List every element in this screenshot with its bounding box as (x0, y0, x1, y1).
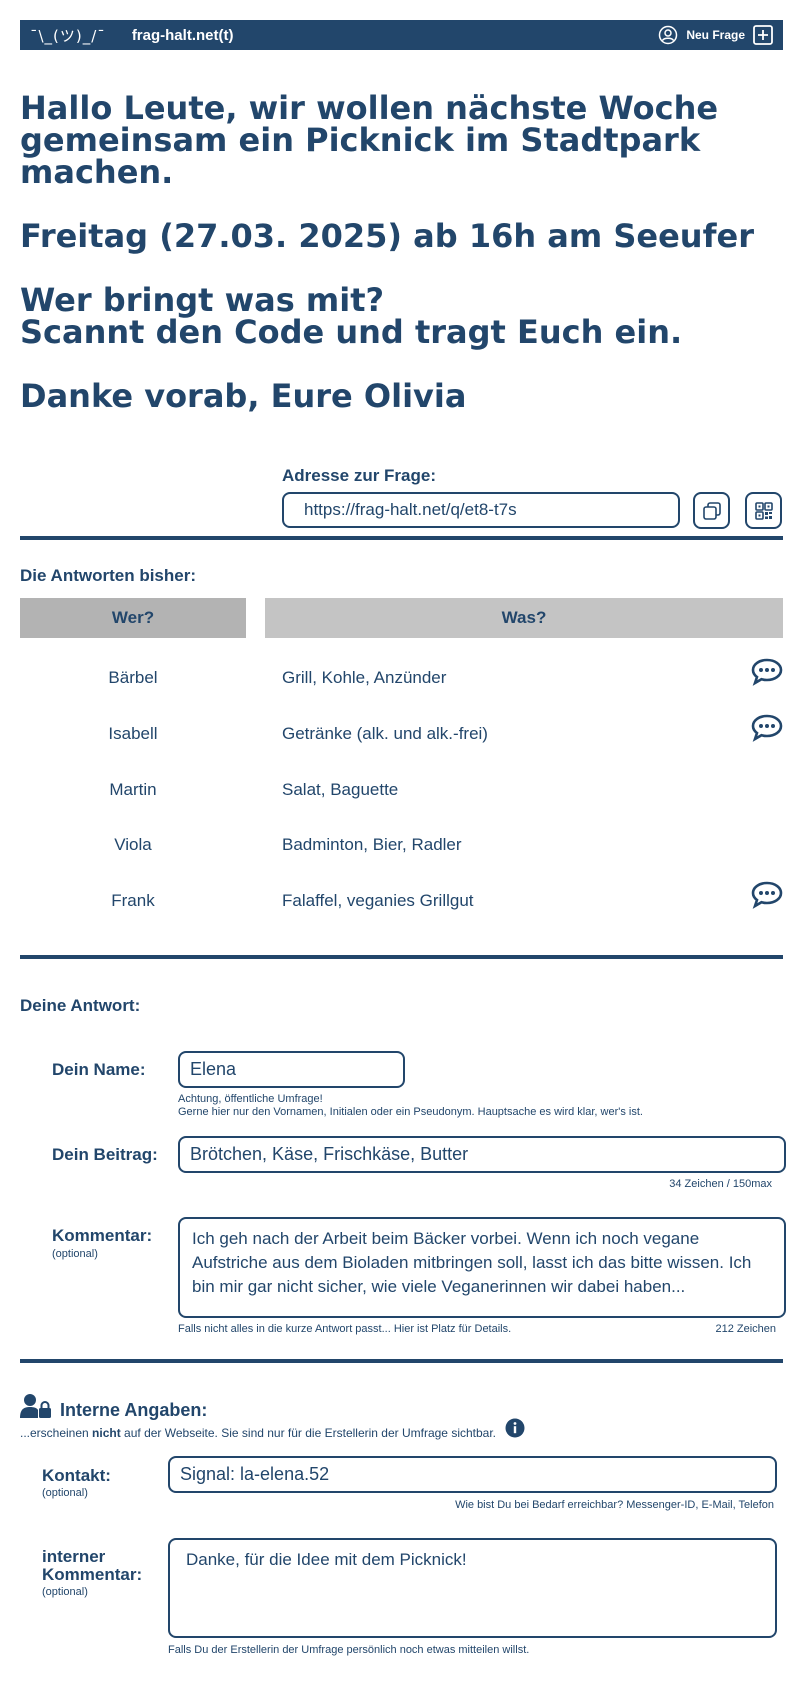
internal-comment-label-2: Kommentar: (42, 1565, 143, 1584)
user-circle-icon[interactable] (658, 25, 678, 45)
column-header-what: Was? (265, 598, 783, 638)
question-line: Scannt den Code und tragt Euch ein. (20, 313, 683, 351)
answer-who: Frank (111, 891, 155, 910)
divider (20, 955, 783, 959)
internal-note-suffix: auf der Webseite. Sie sind nur für die E… (120, 1426, 497, 1440)
answer-row: Viola Badminton, Bier, Radler (20, 825, 783, 861)
site-name[interactable]: frag-halt.net(t) (132, 27, 234, 44)
question-text: Hallo Leute, wir wollen nächste Woche ge… (20, 92, 780, 412)
internal-comment-textarea[interactable]: Danke, für die Idee mit dem Picknick! (168, 1538, 777, 1638)
contact-optional: (optional) (42, 1487, 88, 1499)
topbar-actions: Neu Frage (658, 25, 773, 45)
answer-what: Salat, Baguette (282, 780, 399, 799)
question-line: machen. (20, 153, 174, 191)
contact-label: Kontakt: (42, 1466, 111, 1485)
comment-hint: Falls nicht alles in die kurze Antwort p… (178, 1323, 512, 1335)
internal-title: Interne Angaben: (60, 1400, 208, 1420)
qr-code-icon (754, 501, 774, 521)
comment-char-count: 212 Zeichen (715, 1323, 776, 1335)
form-title: Deine Antwort: (20, 996, 141, 1015)
address-label: Adresse zur Frage: (282, 466, 436, 485)
answer-who: Viola (114, 835, 152, 854)
internal-comment-hint: Falls Du der Erstellerin der Umfrage per… (168, 1644, 530, 1656)
answer-what: Grill, Kohle, Anzünder (282, 668, 447, 687)
answer-row: Bärbel Grill, Kohle, Anzünder (20, 658, 783, 694)
question-url-field[interactable] (282, 492, 680, 528)
copy-icon (702, 501, 722, 521)
site-logo[interactable]: ¯\_(ツ)_/¯ (30, 25, 106, 46)
info-icon[interactable] (505, 1418, 525, 1438)
contact-input[interactable] (168, 1456, 777, 1493)
internal-comment-optional: (optional) (42, 1586, 88, 1598)
answer-who: Isabell (108, 724, 158, 743)
name-label: Dein Name: (52, 1060, 146, 1079)
top-navigation-bar: ¯\_(ツ)_/¯ frag-halt.net(t) Neu Frage (20, 20, 783, 50)
user-lock-icon (20, 1393, 52, 1419)
qr-code-button[interactable] (745, 492, 782, 529)
question-line: Wer bringt was mit? (20, 281, 385, 319)
contribution-char-count: 34 Zeichen / 150max (669, 1178, 772, 1190)
comment-textarea[interactable]: Ich geh nach der Arbeit beim Bäcker vorb… (178, 1217, 786, 1318)
divider (20, 536, 783, 540)
answer-what: Falaffel, veganies Grillgut (282, 891, 474, 910)
answer-row: Isabell Getränke (alk. und alk.-frei) (20, 714, 783, 750)
comment-bubble-icon[interactable] (751, 714, 783, 742)
contact-hint: Wie bist Du bei Bedarf erreichbar? Messe… (455, 1499, 774, 1511)
internal-note-emphasis: nicht (92, 1426, 121, 1440)
question-line: Freitag (27.03. 2025) ab 16h am Seeufer (20, 217, 754, 255)
plus-square-icon[interactable] (753, 25, 773, 45)
contribution-label: Dein Beitrag: (52, 1145, 158, 1164)
answer-row: Martin Salat, Baguette (20, 770, 783, 806)
name-hint: Gerne hier nur den Vornamen, Initialen o… (178, 1106, 643, 1118)
internal-note-prefix: ...erscheinen (20, 1426, 93, 1440)
answer-row: Frank Falaffel, veganies Grillgut (20, 881, 783, 917)
answers-title: Die Antworten bisher: (20, 566, 196, 585)
contribution-input[interactable] (178, 1136, 786, 1173)
new-question-button[interactable]: Neu Frage (686, 28, 745, 42)
name-input[interactable] (178, 1051, 405, 1088)
answer-who: Bärbel (108, 668, 158, 687)
question-line: gemeinsam ein Picknick im Stadtpark (20, 121, 701, 159)
internal-comment-label-1: interner (42, 1547, 106, 1566)
divider (20, 1359, 783, 1363)
comment-bubble-icon[interactable] (751, 881, 783, 909)
name-hint-warning: Achtung, öffentliche Umfrage! (178, 1093, 323, 1105)
comment-label: Kommentar: (52, 1226, 153, 1245)
question-line: Danke vorab, Eure Olivia (20, 377, 467, 415)
comment-bubble-icon[interactable] (751, 658, 783, 686)
answer-what: Badminton, Bier, Radler (282, 835, 462, 854)
internal-note: ...erscheinen nicht auf der Webseite. Si… (20, 1426, 496, 1440)
answer-who: Martin (109, 780, 157, 799)
comment-optional: (optional) (52, 1248, 98, 1260)
column-header-who: Wer? (20, 598, 246, 638)
copy-button[interactable] (693, 492, 730, 529)
answer-what: Getränke (alk. und alk.-frei) (282, 724, 488, 743)
question-line: Hallo Leute, wir wollen nächste Woche (20, 89, 719, 127)
